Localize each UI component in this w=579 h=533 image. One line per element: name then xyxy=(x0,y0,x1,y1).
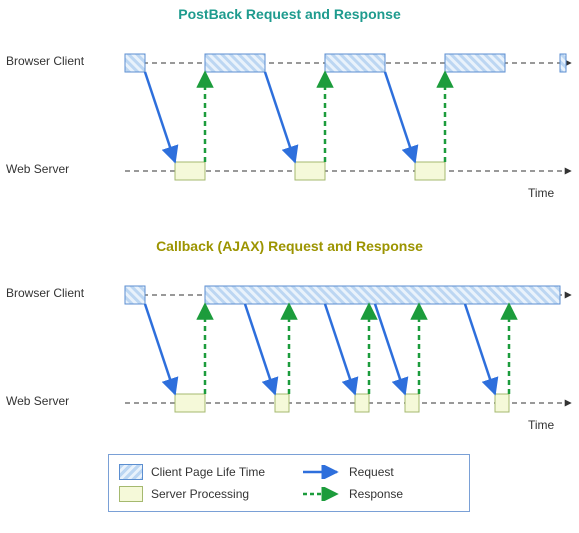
legend-server-swatch xyxy=(119,486,143,502)
legend: Client Page Life Time Request Server Pro… xyxy=(108,454,470,512)
diagram-canvas: PostBack Request and Response Callback (… xyxy=(0,0,579,533)
legend-client-swatch xyxy=(119,464,143,480)
legend-response-arrow-icon xyxy=(301,487,341,501)
legend-client-label: Client Page Life Time xyxy=(151,465,301,479)
legend-request-arrow-icon xyxy=(301,465,341,479)
legend-request-label: Request xyxy=(349,465,394,479)
legend-server-label: Server Processing xyxy=(151,487,301,501)
legend-response-label: Response xyxy=(349,487,403,501)
